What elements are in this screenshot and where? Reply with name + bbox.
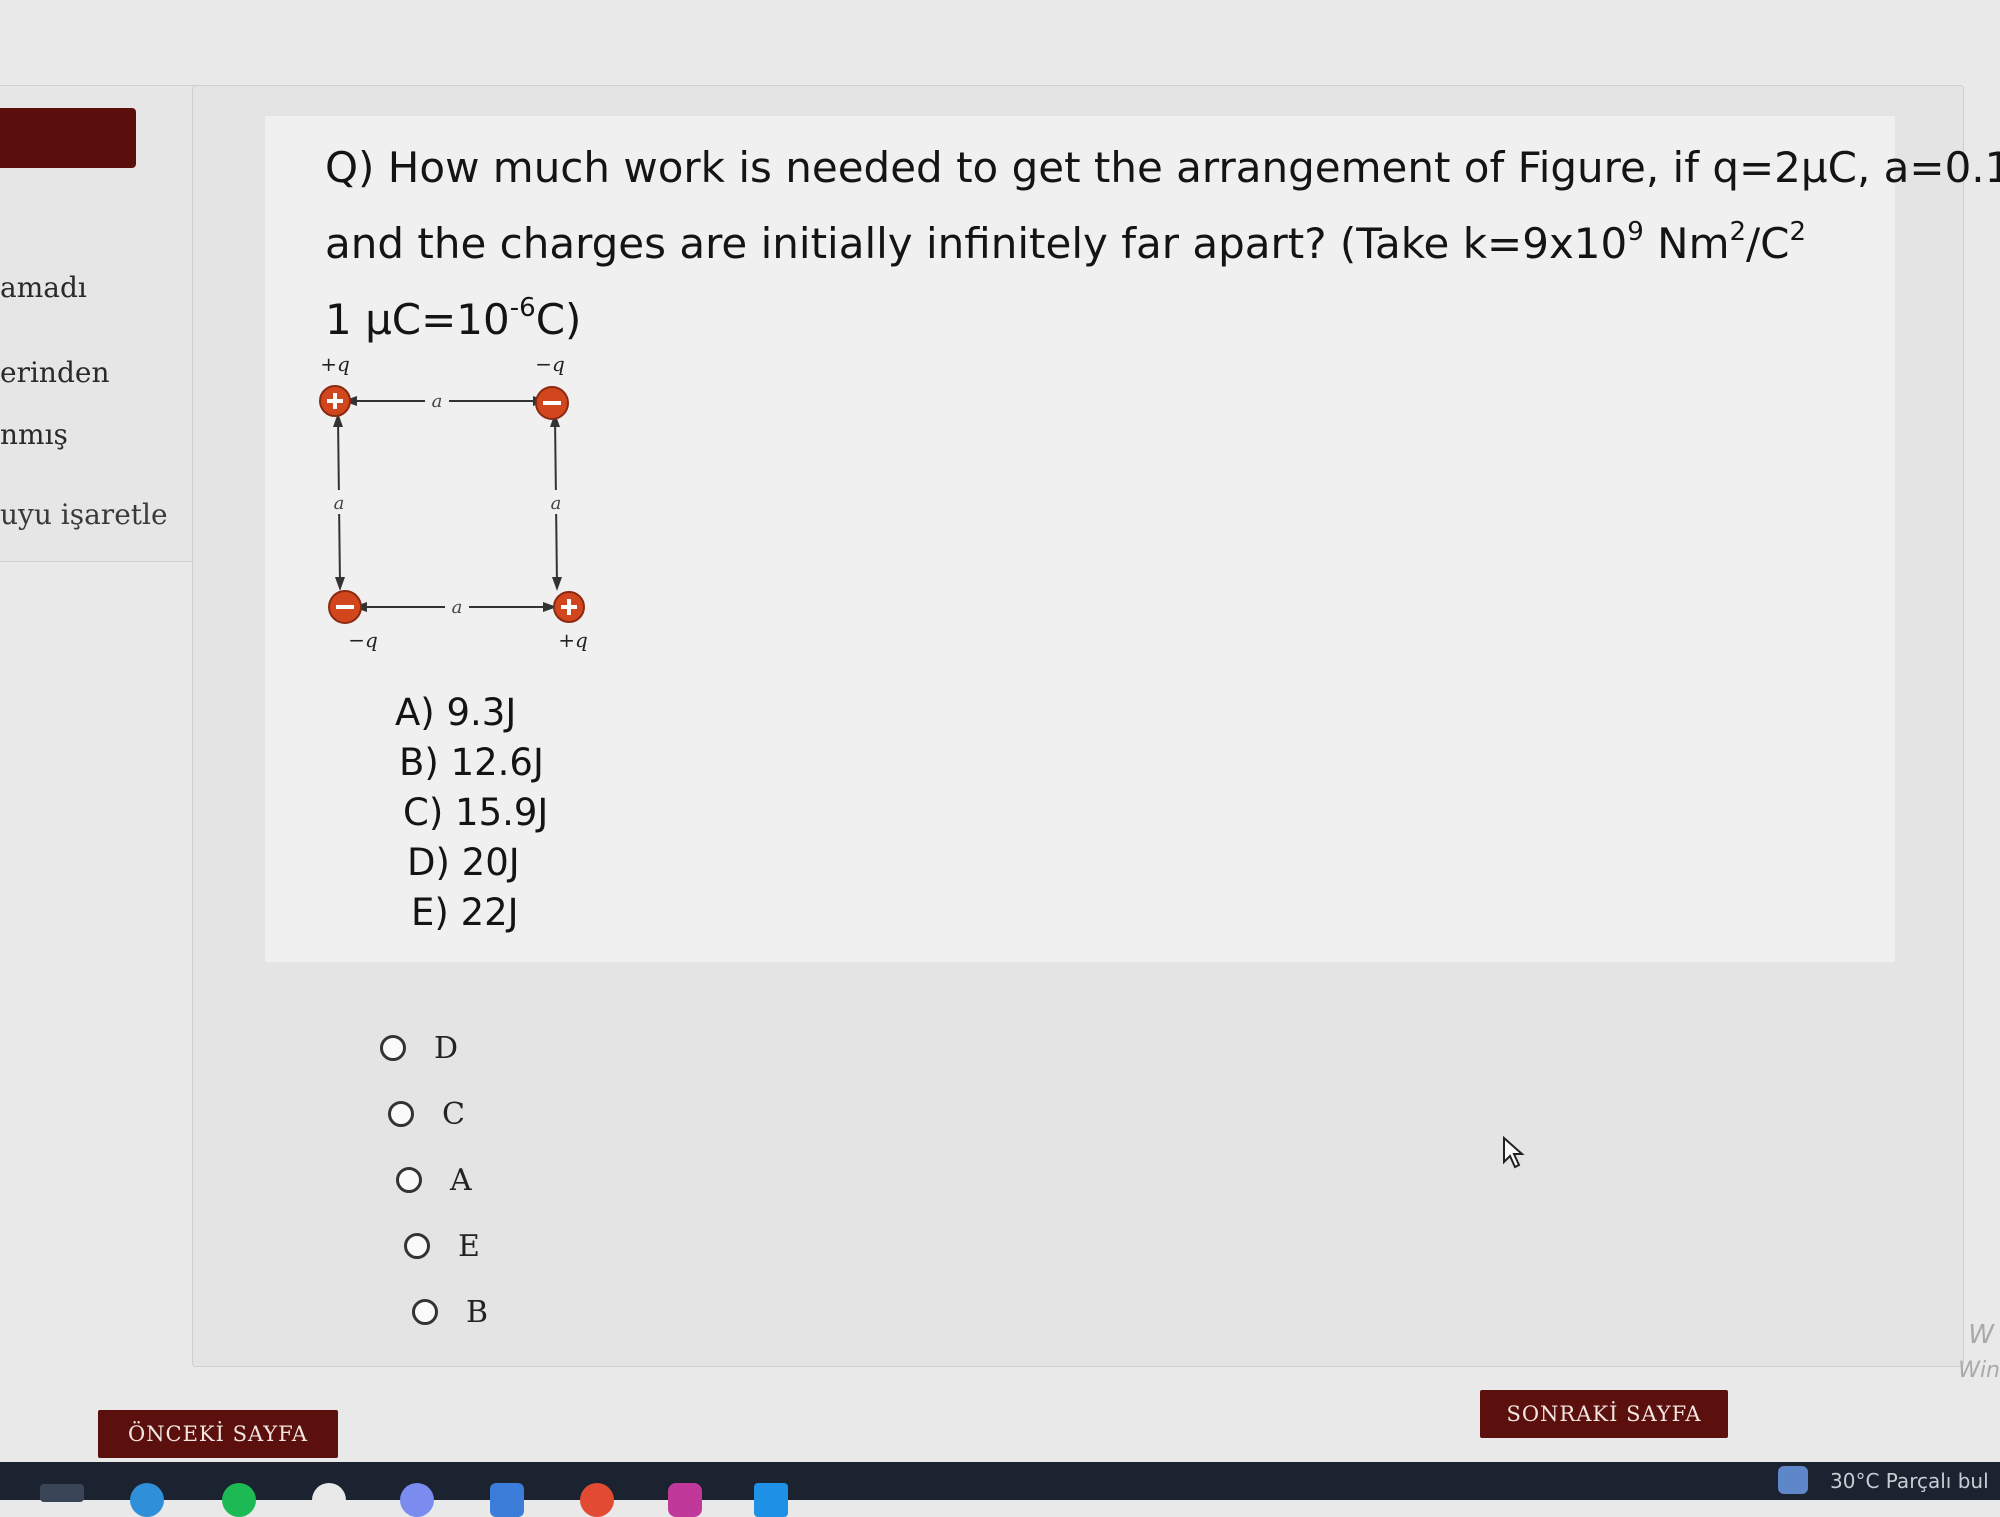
option-b[interactable]: B [412, 1279, 488, 1345]
option-d[interactable]: D [380, 1015, 488, 1081]
chrome-icon[interactable] [580, 1483, 614, 1517]
right-bottom-arrowhead [552, 577, 562, 591]
next-page-button[interactable]: SONRAKİ SAYFA [1480, 1390, 1728, 1438]
flag-question-link[interactable]: uyu işaretle [0, 498, 168, 531]
discord-icon[interactable] [400, 1483, 434, 1517]
bottom-side-label: a [452, 597, 463, 618]
edge-browser-icon[interactable] [130, 1483, 164, 1517]
charge-label-bottom-right: +q [558, 628, 588, 652]
negative-charge-top-right [535, 386, 569, 420]
option-e[interactable]: E [404, 1213, 488, 1279]
app-icon[interactable] [312, 1483, 346, 1517]
radio-button[interactable] [396, 1167, 422, 1193]
answer-options: D C A E B [380, 1015, 488, 1345]
weather-icon[interactable] [1778, 1466, 1808, 1494]
answer-choice: C) 15.9J [403, 791, 549, 834]
status-points-text: erinden [0, 356, 110, 389]
charge-label-top-left: +q [320, 352, 350, 376]
left-bottom-arrowhead [335, 577, 345, 591]
mail-icon[interactable] [490, 1483, 524, 1517]
option-c[interactable]: C [388, 1081, 488, 1147]
left-side-label: a [334, 493, 345, 514]
charge-square-figure: a a a a +q −q −q +q [319, 352, 588, 652]
panel-header-bar [0, 108, 136, 168]
quiz-navigation-panel: amadı erinden nmış uyu işaretle [0, 85, 213, 562]
radio-button[interactable] [404, 1233, 430, 1259]
twitter-icon[interactable] [754, 1483, 788, 1517]
question-line-1: Q) How much work is needed to get the ar… [325, 143, 2000, 192]
question-line-2: and the charges are initially infinitely… [325, 217, 1807, 268]
radio-button[interactable] [380, 1035, 406, 1061]
positive-charge-bottom-right [553, 591, 585, 623]
option-label: B [466, 1294, 489, 1330]
windows-watermark-line-2: Win [1958, 1358, 2000, 1383]
top-side-label: a [432, 391, 443, 412]
question-text: Q) How much work is needed to get the ar… [325, 136, 2000, 352]
option-label: D [434, 1030, 459, 1066]
answer-choice: E) 22J [411, 891, 519, 934]
right-side-label: a [551, 493, 562, 514]
option-label: A [450, 1162, 472, 1198]
radio-button[interactable] [412, 1299, 438, 1325]
spotify-icon[interactable] [222, 1483, 256, 1517]
charge-label-bottom-left: −q [348, 628, 378, 652]
option-a[interactable]: A [396, 1147, 488, 1213]
windows-watermark-line-1: W [1968, 1320, 1994, 1350]
charge-label-top-right: −q [535, 352, 565, 376]
instagram-icon[interactable] [668, 1483, 702, 1517]
answer-choices-list: A) 9.3J B) 12.6J C) 15.9J D) 20J E) 22J [395, 688, 548, 938]
taskbar [0, 1462, 2000, 1500]
option-label: C [442, 1096, 465, 1132]
previous-page-button[interactable]: ÖNCEKİ SAYFA [98, 1410, 338, 1458]
positive-charge-top-left [319, 385, 351, 417]
weather-status-text[interactable]: 30°C Parçalı bul [1830, 1462, 1989, 1500]
answer-choice: A) 9.3J [395, 691, 517, 734]
option-label: E [458, 1228, 480, 1264]
radio-button[interactable] [388, 1101, 414, 1127]
search-box-icon[interactable] [40, 1484, 84, 1502]
answer-choice: D) 20J [407, 841, 520, 884]
negative-charge-bottom-left [328, 590, 362, 624]
mouse-cursor-icon [1503, 1136, 1525, 1169]
answer-choice: B) 12.6J [399, 741, 544, 784]
status-answered-text: amadı [0, 271, 87, 304]
status-marked-text: nmış [0, 418, 68, 451]
question-line-3: 1 μC=10-6C) [325, 293, 582, 344]
